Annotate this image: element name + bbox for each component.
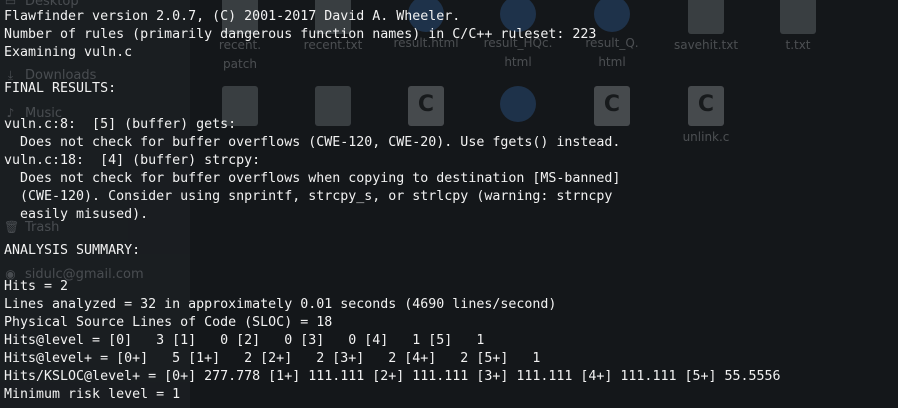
terminal-line: vuln.c:18: [4] (buffer) strcpy:	[4, 153, 261, 168]
terminal-line: Physical Source Lines of Code (SLOC) = 1…	[4, 315, 333, 330]
terminal-line: ANALYSIS SUMMARY:	[4, 243, 141, 258]
terminal-line: Hits@level+ = [0+] 5 [1+] 2 [2+] 2 [3+] …	[4, 351, 541, 366]
terminal-line: Number of rules (primarily dangerous fun…	[4, 27, 597, 42]
terminal-line: Hits/KSLOC@level+ = [0+] 277.778 [1+] 11…	[4, 369, 781, 384]
screen: ▭ Desktop ⤓ Downloads ♪ Music 🗑 Trash ◉ sidul…	[0, 0, 898, 408]
terminal-line: Hits@level = [0] 3 [1] 0 [2] 0 [3] 0 [4]…	[4, 333, 485, 348]
terminal-line: Does not check for buffer overflows (CWE…	[4, 135, 621, 150]
terminal-line: Lines analyzed = 32 in approximately 0.0…	[4, 297, 557, 312]
terminal-output[interactable]: Flawfinder version 2.0.7, (C) 2001-2017 …	[0, 0, 898, 408]
terminal-line: vuln.c:8: [5] (buffer) gets:	[4, 117, 237, 132]
terminal-line: Examining vuln.c	[4, 45, 133, 60]
terminal-line: easily misused).	[4, 207, 149, 222]
terminal-line: Flawfinder version 2.0.7, (C) 2001-2017 …	[4, 9, 461, 24]
terminal-line: Hits = 2	[4, 279, 69, 294]
terminal-line: Minimum risk level = 1	[4, 387, 181, 402]
terminal-line: FINAL RESULTS:	[4, 81, 117, 96]
terminal-line: Does not check for buffer overflows when…	[4, 171, 621, 186]
terminal-line: (CWE-120). Consider using snprintf, strc…	[4, 189, 613, 204]
